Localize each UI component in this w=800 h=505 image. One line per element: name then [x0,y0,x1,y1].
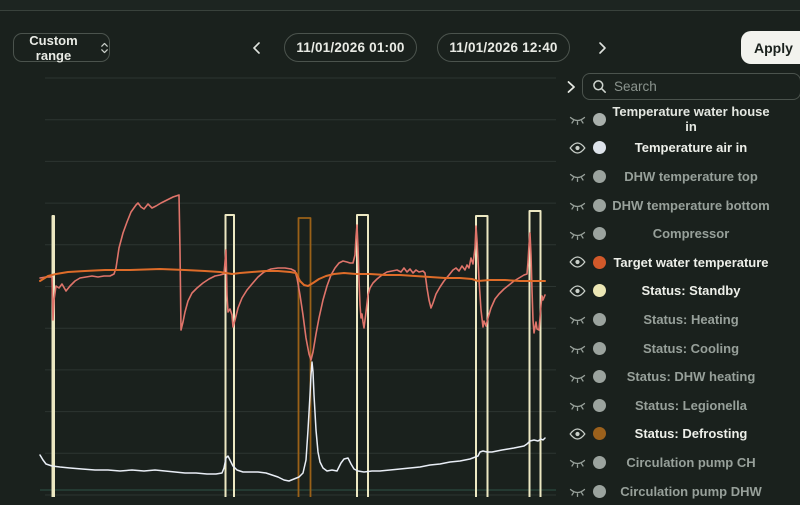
range-select-label: Custom range [29,32,78,63]
series-label: Status: Legionella [635,397,747,413]
series-sidebar: Temperature water house in Temperature ai… [560,65,800,499]
series-color-dot [593,341,606,355]
toggle-visibility-button[interactable] [568,225,586,243]
series-label: Status: Standby [641,283,741,299]
toggle-visibility-button[interactable] [568,453,586,471]
series-row-status-heating[interactable]: Status: Heating [560,305,800,334]
series-row-circulation-pump-ch[interactable]: Circulation pump CH [560,448,800,477]
apply-label: Apply [754,39,793,56]
range-select[interactable]: Custom range [13,32,110,63]
eye-closed-icon [569,374,585,383]
series-row-status-dhw-heating[interactable]: Status: DHW heating [560,362,800,391]
series-label: Circulation pump CH [626,454,756,470]
series-line-status-defrosting [297,217,312,497]
eye-open-icon [568,142,586,154]
eye-closed-icon [569,403,585,412]
eye-open-icon [568,428,586,440]
toggle-visibility-button[interactable] [568,196,586,214]
top-strip [0,0,800,11]
series-row-status-defrosting[interactable]: Status: Defrosting [560,420,800,449]
eye-open-icon [568,285,586,297]
series-label: DHW temperature bottom [612,197,770,213]
search-input[interactable] [614,79,791,94]
series-row-target-water-temperature[interactable]: Target water temperature [560,248,800,277]
toggle-visibility-button[interactable] [568,396,586,414]
date-from-input[interactable]: 11/01/2026 01:00 [284,33,417,62]
toolbar: Custom range 11/01/2026 01:00 11/01/2026… [0,12,800,65]
series-label: Status: DHW heating [626,369,756,385]
eye-closed-icon [569,488,585,498]
series-row-status-cooling[interactable]: Status: Cooling [560,334,800,363]
eye-closed-icon [569,117,585,126]
search-icon [593,80,606,93]
series-row-dhw-temperature-top[interactable]: DHW temperature top [560,162,800,191]
toggle-visibility-button[interactable] [568,425,586,443]
series-color-dot [593,141,606,155]
chevron-right-icon [567,80,575,93]
series-label: Temperature water house in [612,104,770,135]
series-label: Circulation pump DHW [620,483,762,499]
collapse-sidebar-button[interactable] [566,76,576,98]
series-color-dot [593,255,606,269]
toggle-visibility-button[interactable] [568,253,586,271]
eye-closed-icon [569,317,585,326]
toggle-visibility-button[interactable] [568,339,586,357]
chevron-left-icon [252,41,260,54]
series-color-dot [593,227,606,241]
series-color-dot [593,284,606,298]
toggle-visibility-button[interactable] [568,310,586,328]
date-to-input[interactable]: 11/01/2026 12:40 [437,33,570,62]
date-from-value: 11/01/2026 01:00 [296,40,405,55]
prev-range-button[interactable] [244,33,268,62]
series-label: Status: Cooling [642,340,740,356]
eye-closed-icon [569,231,585,240]
toggle-visibility-button[interactable] [568,482,586,500]
series-row-circulation-pump-dhw[interactable]: Circulation pump DHW [560,477,800,505]
toggle-visibility-button[interactable] [568,110,586,128]
series-color-dot [593,398,606,412]
series-row-status-legionella[interactable]: Status: Legionella [560,391,800,420]
series-list: Temperature water house in Temperature ai… [560,104,800,505]
sidebar-header [560,70,800,103]
series-label: Temperature air in [634,140,748,156]
eye-open-icon [568,256,586,268]
date-to-value: 11/01/2026 12:40 [449,40,558,55]
toggle-visibility-button[interactable] [568,139,586,157]
series-line-temperature-water-house-in [39,194,546,361]
series-label: Status: Heating [643,311,739,327]
series-label: Status: Defrosting [634,426,748,442]
series-color-dot [593,112,606,126]
series-color-dot [593,198,606,212]
series-row-compressor[interactable]: Compressor [560,219,800,248]
series-color-dot [593,455,606,469]
series-line-status-standby [51,210,542,497]
toggle-visibility-button[interactable] [568,167,586,185]
series-color-dot [593,312,606,326]
toggle-visibility-button[interactable] [568,282,586,300]
eye-closed-icon [569,460,585,469]
series-color-dot [593,484,606,498]
timeseries-chart[interactable] [0,65,560,497]
series-color-dot [593,370,606,384]
series-line-target-water-temperature [39,268,546,287]
series-label: DHW temperature top [624,168,758,184]
series-color-dot [593,169,606,183]
series-row-temperature-air-in[interactable]: Temperature air in [560,134,800,163]
chevron-right-icon [598,41,606,54]
eye-closed-icon [569,345,585,355]
eye-closed-icon [569,174,585,183]
series-line-temperature-air-in [39,361,546,482]
series-row-dhw-temperature-bottom[interactable]: DHW temperature bottom [560,191,800,220]
series-row-status-standby[interactable]: Status: Standby [560,277,800,306]
series-label: Target water temperature [613,254,769,270]
apply-button[interactable]: Apply [741,31,800,64]
search-box[interactable] [582,73,800,100]
chevron-up-down-icon [101,42,108,53]
series-label: Compressor [652,226,730,242]
eye-closed-icon [569,202,585,212]
toggle-visibility-button[interactable] [568,368,586,386]
series-row-temperature-water-house-in[interactable]: Temperature water house in [560,104,800,135]
series-color-dot [593,427,606,441]
next-range-button[interactable] [590,33,614,62]
